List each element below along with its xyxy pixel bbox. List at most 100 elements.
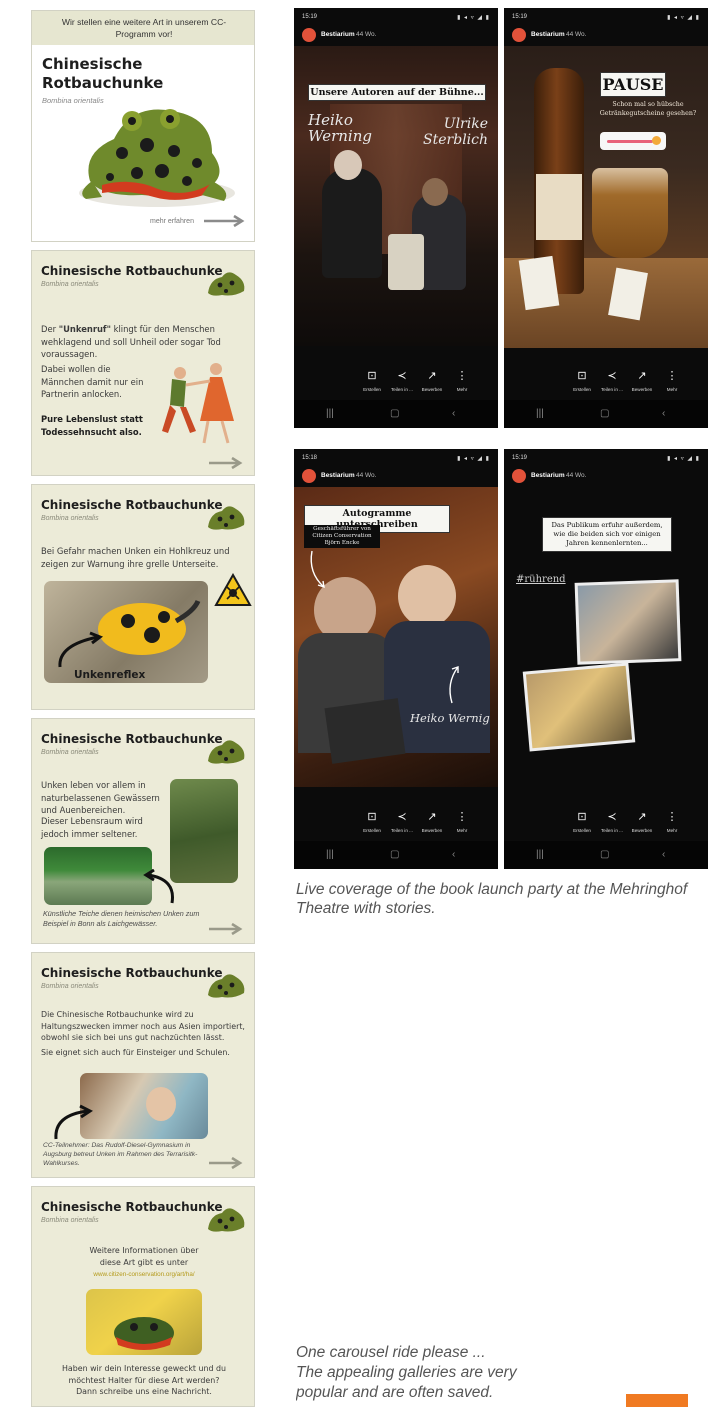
slide-caption: CC-Teilnehmer: Das Rudolf-Diesel-Gymnasi… xyxy=(43,1142,198,1167)
story-age: 44 Wo. xyxy=(566,472,587,479)
person-left-head xyxy=(334,150,362,180)
name-right: Ulrike Sterblich xyxy=(423,116,488,148)
frog-icon xyxy=(208,272,245,296)
story-actions: ⊡ Erstellen ≺ Teilen in ... ↗ Bewerben ⋮ Meh… xyxy=(294,370,498,400)
slide-title: Chinesische Rotbauchunke xyxy=(41,498,223,512)
status-bar: 15:19 ▮ ◂ ▿ ◢ ▮ xyxy=(512,14,700,21)
portrait-photo xyxy=(525,665,633,749)
frog-icon xyxy=(208,1208,245,1232)
emoji-slider-track xyxy=(607,140,653,143)
status-bar: 15:19 ▮ ◂ ▿ ◢ ▮ xyxy=(302,14,490,21)
carousel-slide-unkenreflex: Chinesische Rotbauchunke Bombina orienta… xyxy=(31,484,255,710)
recent-apps-icon[interactable]: ||| xyxy=(326,849,334,860)
carousel-caption-line3: popular and are often saved. xyxy=(296,1384,494,1401)
account-name[interactable]: Bestiarium xyxy=(321,31,355,38)
carousel-slide-contact: Chinesische Rotbauchunke Bombina orienta… xyxy=(31,1186,255,1407)
more-icon: ⋮ xyxy=(666,811,678,823)
account-avatar[interactable] xyxy=(512,28,526,42)
slide-paragraph: Haben wir dein Interesse geweckt und du … xyxy=(61,1364,227,1396)
carousel-slide-intro: Wir stellen eine weitere Art in unserem … xyxy=(31,10,255,242)
back-icon[interactable]: ‹ xyxy=(452,408,455,419)
story-age: 44 Wo. xyxy=(356,472,377,479)
frog-closeup-photo xyxy=(86,1289,202,1355)
home-icon[interactable]: ▢ xyxy=(600,849,609,860)
home-icon[interactable]: ▢ xyxy=(600,408,609,419)
account-name[interactable]: Bestiarium xyxy=(531,31,565,38)
arrow-right-icon[interactable] xyxy=(208,457,244,469)
arrow-right-icon[interactable] xyxy=(202,215,246,227)
unkenreflex-label: Unkenreflex xyxy=(74,669,146,681)
account-avatar[interactable] xyxy=(302,469,316,483)
slide-caption: Künstliche Teiche dienen heimischen Unke… xyxy=(43,909,200,928)
curved-arrow-icon xyxy=(143,869,174,904)
home-icon[interactable]: ▢ xyxy=(390,408,399,419)
drink-voucher xyxy=(518,255,560,311)
status-bar: 15:18 ▮ ◂ ▿ ◢ ▮ xyxy=(302,455,490,462)
back-icon[interactable]: ‹ xyxy=(662,849,665,860)
story-screenshot-pause: 15:19 ▮ ◂ ▿ ◢ ▮ Bestiarium 44 Wo. PAUSE S… xyxy=(504,8,708,428)
frog-icon xyxy=(208,740,245,764)
status-bar: 15:19 ▮ ◂ ▿ ◢ ▮ xyxy=(512,455,700,462)
person-right xyxy=(398,565,456,627)
story-text-box: Das Publikum erfuhr außerdem, wie die be… xyxy=(542,517,672,552)
slide-paragraph: Dabei wollen die Männchen damit nur ein … xyxy=(41,364,144,399)
arrow-right-icon[interactable] xyxy=(208,923,244,935)
story-actions: ⊡ Erstellen ≺ Teilen in ... ↗ Bewerben ⋮ Meh… xyxy=(504,370,708,400)
emoji-slider[interactable] xyxy=(600,132,666,150)
frog-illustration xyxy=(114,1317,174,1350)
slide-paragraph: Weitere Informationen über diese Art gib… xyxy=(89,1246,199,1267)
arrow-right-icon[interactable] xyxy=(208,1157,244,1169)
emoji-slider-handle[interactable] xyxy=(652,136,661,145)
more-button[interactable]: ⋮ Mehr xyxy=(442,811,482,833)
portrait-photo xyxy=(577,582,679,662)
back-icon[interactable]: ‹ xyxy=(662,408,665,419)
photo-print xyxy=(574,579,682,665)
slide-title: Chinesische Rotbauchunke xyxy=(41,966,223,980)
slide-subtitle: Bombina orientalis xyxy=(41,749,99,756)
name-left: Heiko Werning xyxy=(308,111,372,145)
carousel-caption-line1: One carousel ride please ... xyxy=(296,1344,486,1361)
slide-paragraph: Die Chinesische Rotbauchunke wird zu Hal… xyxy=(41,1010,245,1042)
beer-glass xyxy=(592,168,668,258)
slide-paragraph: Sie eignet sich auch für Einsteiger und … xyxy=(41,1048,230,1057)
more-button[interactable]: ⋮ Mehr xyxy=(442,370,482,392)
recent-apps-icon[interactable]: ||| xyxy=(536,408,544,419)
slide-subtitle: Bombina orientalis xyxy=(41,515,99,522)
home-icon[interactable]: ▢ xyxy=(390,849,399,860)
slide-paragraph: Dieser Lebensraum wird jedoch immer selt… xyxy=(41,816,143,839)
account-avatar[interactable] xyxy=(512,469,526,483)
slide-paragraph: Der "Unkenruf" klingt für den Menschen w… xyxy=(41,324,221,359)
frog-icon xyxy=(208,506,245,530)
story-age: 44 Wo. xyxy=(356,31,377,38)
story-actions: ⊡ Erstellen ≺ Teilen in ... ↗ Bewerben ⋮ Meh… xyxy=(504,811,708,841)
android-nav-bar: ||| ▢ ‹ xyxy=(504,400,708,428)
more-button[interactable]: ⋮ Mehr xyxy=(652,811,692,833)
account-name[interactable]: Bestiarium xyxy=(531,472,565,479)
slide-paragraph: Unken leben vor allem in naturbelassenen… xyxy=(41,780,160,815)
recent-apps-icon[interactable]: ||| xyxy=(326,408,334,419)
info-link[interactable]: www.citizen-conservation.org/art/ha/ xyxy=(52,1271,236,1278)
more-icon: ⋮ xyxy=(456,370,468,382)
carousel-caption-line2: The appealing galleries are very xyxy=(296,1364,517,1381)
book xyxy=(324,698,406,764)
name-label: Heiko Wernig xyxy=(410,711,490,725)
recent-apps-icon[interactable]: ||| xyxy=(536,849,544,860)
person-right-head xyxy=(422,178,448,206)
curved-arrow-icon xyxy=(449,666,459,704)
frog-illustration xyxy=(79,109,235,207)
slide-title: Chinesische Rotbauchunke xyxy=(41,1200,223,1214)
more-link[interactable]: mehr erfahren xyxy=(150,218,194,225)
more-button[interactable]: ⋮ Mehr xyxy=(652,370,692,392)
account-avatar[interactable] xyxy=(302,28,316,42)
back-icon[interactable]: ‹ xyxy=(452,849,455,860)
hazard-warning-icon xyxy=(214,573,252,606)
student-face xyxy=(146,1087,176,1121)
story-subtext: Geschäftsführer von Citizen Conservation… xyxy=(304,525,380,548)
slide-subtitle: Bombina orientalis xyxy=(41,281,99,288)
hashtag[interactable]: #rührend xyxy=(516,574,566,585)
wetland-photo xyxy=(170,779,238,883)
android-nav-bar: ||| ▢ ‹ xyxy=(504,841,708,869)
carousel-slide-import: Chinesische Rotbauchunke Bombina orienta… xyxy=(31,952,255,1178)
person-left xyxy=(322,168,382,278)
account-name[interactable]: Bestiarium xyxy=(321,472,355,479)
